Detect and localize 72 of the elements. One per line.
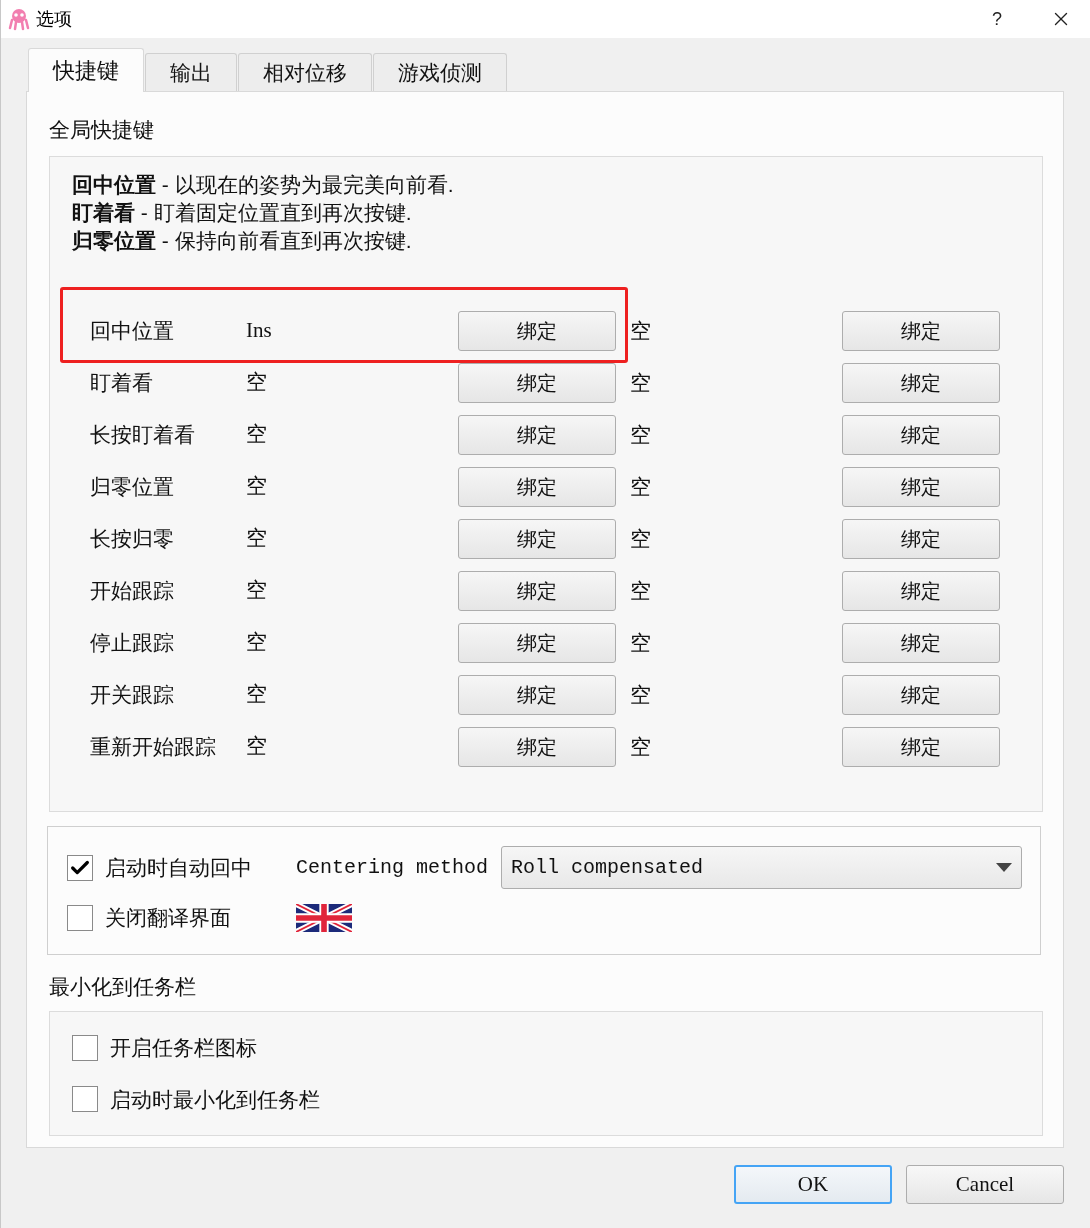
bind-button[interactable]: 绑定 [842, 518, 1000, 559]
action-label: 停止跟踪 [90, 629, 175, 656]
bind-button[interactable]: 绑定 [842, 674, 1000, 715]
checkbox-label: 开启任务栏图标 [110, 1035, 257, 1061]
key-value: 空 [630, 473, 652, 500]
action-label: 盯着看 [90, 369, 154, 396]
key-value: 空 [630, 525, 652, 552]
description-text: 回中位置 - 以现在的姿势为最完美向前看. [72, 171, 455, 198]
dropdown-arrow-icon [996, 863, 1012, 872]
key-value: 空 [246, 576, 268, 604]
key-value: Ins [246, 316, 273, 344]
bind-button[interactable]: 绑定 [458, 674, 616, 715]
section-title: 全局快捷键 [49, 117, 155, 143]
key-value: 空 [246, 420, 268, 448]
bind-button[interactable]: 绑定 [842, 414, 1000, 455]
checkbox[interactable] [72, 1034, 98, 1061]
bind-button[interactable]: 绑定 [458, 414, 616, 455]
bind-button[interactable]: 绑定 [458, 362, 616, 403]
action-label: 归零位置 [90, 473, 175, 500]
action-label: 重新开始跟踪 [90, 733, 217, 760]
checkbox[interactable] [72, 1086, 98, 1113]
bind-button[interactable]: 绑定 [842, 362, 1000, 403]
bind-button[interactable]: 绑定 [458, 726, 616, 767]
key-value: 空 [246, 680, 268, 708]
key-value: 空 [630, 421, 652, 448]
uk-flag-icon[interactable] [296, 903, 352, 932]
bind-button[interactable]: 绑定 [842, 570, 1000, 611]
key-value: 空 [630, 369, 652, 396]
bind-button[interactable]: 绑定 [458, 466, 616, 507]
checkbox[interactable] [67, 854, 93, 881]
description-text: 盯着看 - 盯着固定位置直到再次按键. [72, 199, 413, 226]
action-label: 长按盯着看 [90, 421, 196, 448]
bind-button[interactable]: 绑定 [842, 466, 1000, 507]
action-label: 回中位置 [90, 317, 175, 344]
bind-button[interactable]: 绑定 [458, 622, 616, 663]
section-title: 最小化到任务栏 [49, 973, 197, 1000]
centering-label: Centering method [296, 854, 490, 881]
bind-button[interactable]: 绑定 [458, 310, 616, 351]
checkbox-label: 关闭翻译界面 [105, 904, 231, 931]
dialog-button[interactable]: Cancel [906, 1165, 1064, 1204]
octopus-icon [7, 7, 31, 31]
action-label: 开始跟踪 [90, 577, 175, 604]
checkbox[interactable] [67, 904, 93, 931]
key-value: 空 [246, 368, 268, 396]
key-value: 空 [630, 629, 652, 656]
tab[interactable]: 快捷键 [28, 48, 144, 92]
tab[interactable]: 游戏侦测 [373, 53, 507, 91]
key-value: 空 [630, 577, 652, 604]
key-value: 空 [246, 732, 268, 760]
action-label: 长按归零 [90, 525, 175, 552]
key-value: 空 [630, 733, 652, 760]
dropdown-value: Roll compensated [511, 854, 705, 881]
bind-button[interactable]: 绑定 [842, 310, 1000, 351]
bind-button[interactable]: 绑定 [842, 622, 1000, 663]
tab[interactable]: 相对位移 [238, 53, 372, 91]
checkbox-label: 启动时最小化到任务栏 [110, 1086, 320, 1113]
bind-button[interactable]: 绑定 [842, 726, 1000, 767]
key-value: 空 [630, 681, 652, 708]
bind-button[interactable]: 绑定 [458, 518, 616, 559]
action-label: 开关跟踪 [90, 681, 175, 708]
bind-button[interactable]: 绑定 [458, 570, 616, 611]
centering-dropdown[interactable]: Roll compensated [501, 846, 1022, 889]
dialog-button[interactable]: OK [734, 1165, 892, 1204]
help-button[interactable]: ? [992, 5, 1002, 33]
key-value: 空 [246, 628, 268, 656]
tab[interactable]: 输出 [145, 53, 237, 91]
window-title: 选项 [36, 7, 72, 31]
key-value: 空 [630, 317, 652, 344]
key-value: 空 [246, 472, 268, 500]
key-value: 空 [246, 524, 268, 552]
description-text: 归零位置 - 保持向前看直到再次按键. [72, 227, 413, 254]
checkbox-label: 启动时自动回中 [105, 854, 252, 881]
